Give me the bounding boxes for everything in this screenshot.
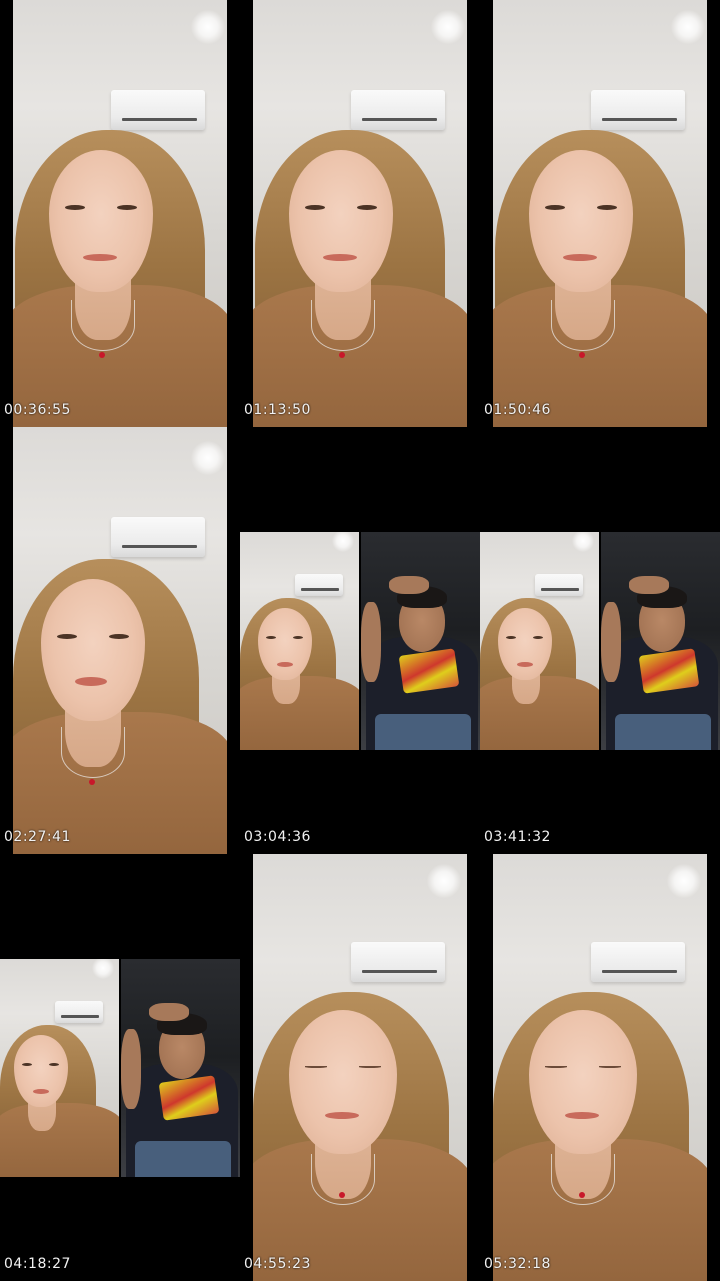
thumbnail-1[interactable]: 00:36:55 [0,0,240,427]
face [289,150,393,292]
video-frame [253,0,467,427]
air-conditioner [55,1001,103,1023]
face [258,608,312,680]
timestamp: 03:04:36 [244,829,311,845]
timestamp: 05:32:18 [484,1256,551,1272]
thumbnail-4[interactable]: 02:27:41 [0,427,240,854]
woman-pane [0,959,119,1177]
face [289,1010,397,1154]
thumbnail-2[interactable]: 01:13:50 [240,0,480,427]
thumbnail-6[interactable]: 03:41:32 [480,427,720,854]
video-frame [480,532,720,750]
thumbnail-7[interactable]: 04:18:27 [0,854,240,1281]
air-conditioner [295,574,343,596]
video-frame [240,532,480,750]
woman-pane [480,532,599,750]
air-conditioner [351,90,445,130]
air-conditioner [351,942,445,982]
face [41,579,145,721]
timestamp: 04:55:23 [244,1256,311,1272]
air-conditioner [591,90,685,130]
timestamp: 02:27:41 [4,829,71,845]
timestamp: 04:18:27 [4,1256,71,1272]
thumbnail-9[interactable]: 05:32:18 [480,854,720,1281]
face [14,1035,68,1107]
man-pane [601,532,720,750]
air-conditioner [591,942,685,982]
video-frame [13,427,227,854]
face [49,150,153,292]
video-frame [493,0,707,427]
video-frame [0,959,240,1177]
face [498,608,552,680]
air-conditioner [111,517,205,557]
timestamp: 03:41:32 [484,829,551,845]
woman-pane [240,532,359,750]
thumbnail-5[interactable]: 03:04:36 [240,427,480,854]
face [529,1010,637,1154]
face [529,150,633,292]
man-pane [361,532,480,750]
video-frame [13,0,227,427]
air-conditioner [535,574,583,596]
man-pane [121,959,240,1177]
timestamp: 01:50:46 [484,402,551,418]
video-frame [493,854,707,1281]
air-conditioner [111,90,205,130]
thumbnail-3[interactable]: 01:50:46 [480,0,720,427]
timestamp: 01:13:50 [244,402,311,418]
timestamp: 00:36:55 [4,402,71,418]
thumbnail-8[interactable]: 04:55:23 [240,854,480,1281]
video-frame [253,854,467,1281]
